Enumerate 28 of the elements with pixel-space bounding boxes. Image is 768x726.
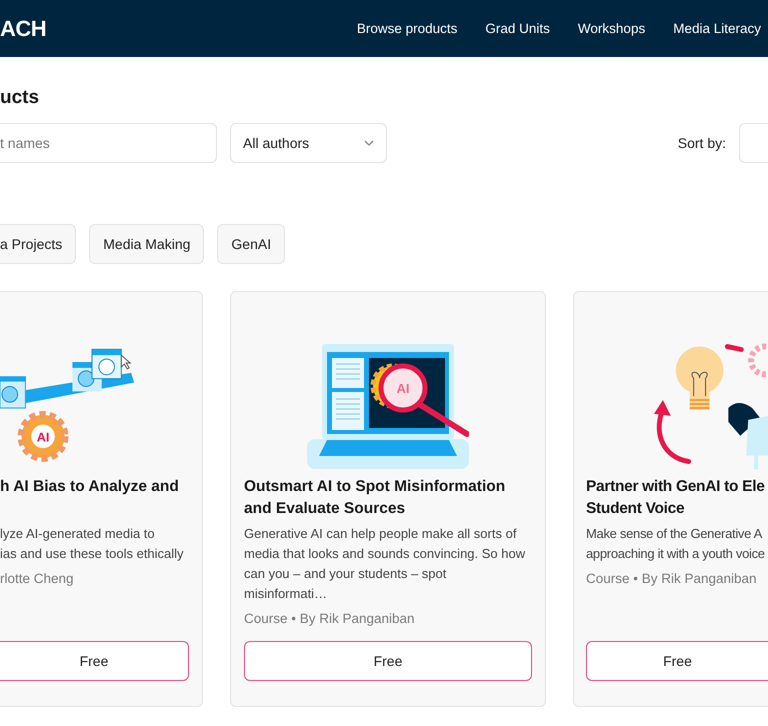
ai-label: AI (396, 381, 410, 396)
card-meta: Course • By Rik Panganiban (244, 610, 416, 628)
page-title: ucts (0, 86, 40, 110)
card-title[interactable]: h AI Bias to Analyze and (0, 476, 189, 520)
price-button[interactable]: Free (244, 641, 532, 681)
nav-link[interactable]: Workshops (564, 21, 660, 36)
card-title[interactable]: Outsmart AI to Spot Misinformation and Evaluate Sources (244, 476, 532, 520)
nav-link[interactable]: Grad Units (471, 21, 564, 36)
card-description: lyze AI-generated media to ias and use these tools ethically (0, 525, 185, 563)
ai-label: AI (36, 429, 50, 444)
card-meta: Course • By Rik Panganiban (586, 570, 758, 588)
tag-chip[interactable]: Media Making (89, 224, 204, 264)
author-dropdown[interactable]: All authors (230, 123, 387, 163)
card-meta: rlotte Cheng (0, 570, 75, 588)
tag-chip[interactable]: a Projects (0, 224, 76, 264)
tag-chip[interactable]: GenAI (217, 224, 286, 264)
nav-link[interactable]: Media Literacy (659, 21, 768, 36)
product-card[interactable]: AI h AI Bias to Analyze and lyze AI-generated media to ias and use these tools ethically rlotte Cheng Free (0, 291, 203, 707)
site-logo[interactable]: ACH (0, 16, 46, 42)
card-description: Make sense of the Generative A approaching it with a youth voice (586, 525, 766, 563)
price-button[interactable]: Free (0, 641, 189, 681)
nav-link[interactable]: Browse products (342, 21, 472, 36)
card-description: Generative AI can help people make all sorts of media that looks and sounds convincing. So how can you – and your students – spot misinformati… (244, 525, 526, 603)
sort-label: Sort by: (678, 135, 726, 151)
card-title[interactable]: Partner with GenAI to Ele Student Voice (586, 476, 768, 520)
search-field[interactable]: t names (0, 123, 217, 163)
price-button[interactable]: Free (586, 641, 768, 681)
product-card[interactable]: Partner with GenAI to Ele Student Voice Make sense of the Generative A approaching it with a youth voice Course • By Rik Panganiban Free (573, 291, 768, 707)
